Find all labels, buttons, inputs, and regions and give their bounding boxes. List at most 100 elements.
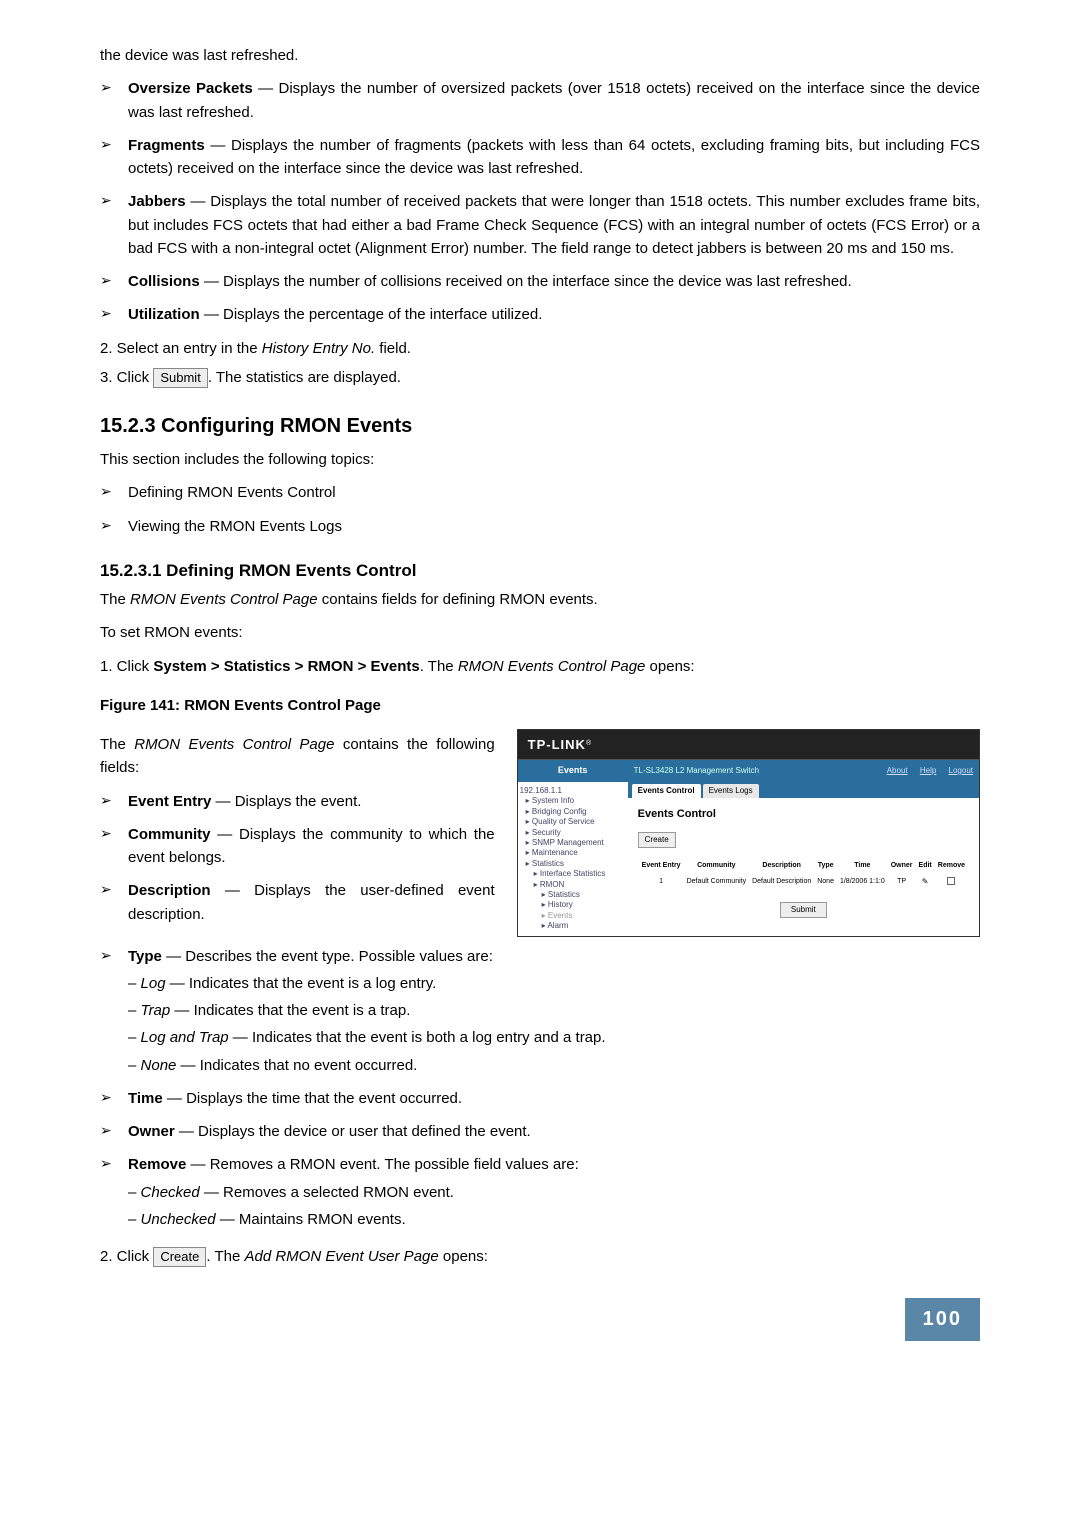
step-3: 3. Click Submit. The statistics are disp… xyxy=(100,366,980,389)
tree-item[interactable]: 192.168.1.1 xyxy=(520,786,626,796)
step-2: 2. Select an entry in the History Entry … xyxy=(100,337,980,360)
continuation-line: the device was last refreshed. xyxy=(100,44,980,67)
subsection-heading: 15.2.3.1 Defining RMON Events Control xyxy=(100,558,980,584)
list-item: Event Entry — Displays the event. xyxy=(100,790,495,813)
col-header: Edit xyxy=(917,860,934,873)
cell-description: Default Description xyxy=(750,875,813,890)
bullet-term: Community xyxy=(128,826,211,843)
step1-page: RMON Events Control Page xyxy=(458,658,646,675)
tree-item[interactable]: ▸ Bridging Config xyxy=(520,807,626,817)
step3-post: . The statistics are displayed. xyxy=(208,369,401,386)
bullet-text: — Displays the device or user that defin… xyxy=(175,1123,531,1140)
subitem-term: None xyxy=(141,1057,177,1074)
col-header: Remove xyxy=(936,860,967,873)
subitem-term: Trap xyxy=(141,1002,171,1019)
col-header: Description xyxy=(750,860,813,873)
tree-item[interactable]: ▸ System Info xyxy=(520,796,626,806)
tree-item[interactable]: ▸ Statistics xyxy=(520,890,626,900)
list-item: Remove — Removes a RMON event. The possi… xyxy=(100,1153,980,1231)
tree-item[interactable]: ▸ History xyxy=(520,900,626,910)
list-item: Collisions — Displays the number of coll… xyxy=(100,270,980,293)
tree-item[interactable]: ▸ RMON xyxy=(520,880,626,890)
tab-events-control[interactable]: Events Control xyxy=(632,784,701,798)
list-item: Defining RMON Events Control xyxy=(100,481,980,504)
tree-item[interactable]: ▸ Alarm xyxy=(520,921,626,931)
col-header: Community xyxy=(685,860,749,873)
bullet-text: — Removes a RMON event. The possible fie… xyxy=(186,1156,578,1173)
step2-pre: 2. Select an entry in the xyxy=(100,340,262,357)
screenshot-header: TP-LINK® xyxy=(518,730,979,760)
bullet-term: Jabbers xyxy=(128,193,186,210)
cell-edit[interactable] xyxy=(917,875,934,890)
list-item: Time — Displays the time that the event … xyxy=(100,1087,980,1110)
screenshot-sidebar: Events 192.168.1.1▸ System Info▸ Bridgin… xyxy=(518,760,628,935)
col-header: Type xyxy=(815,860,836,873)
cell-entry: 1 xyxy=(640,875,683,890)
logout-link[interactable]: Logout xyxy=(949,766,973,775)
panel-title: Events Control xyxy=(638,806,969,823)
tree-item[interactable]: ▸ Statistics xyxy=(520,859,626,869)
type-subitem: – None — Indicates that no event occurre… xyxy=(128,1054,980,1077)
fields-intro-mid: RMON Events Control Page xyxy=(134,736,334,753)
subsec-intro-mid: RMON Events Control Page xyxy=(130,591,318,608)
cell-time: 1/8/2006 1:1:0 xyxy=(838,875,887,890)
bullet-text: — Displays the number of collisions rece… xyxy=(200,273,852,290)
events-table: Event EntryCommunityDescriptionTypeTimeO… xyxy=(638,858,969,892)
tree-item[interactable]: ▸ Security xyxy=(520,828,626,838)
topbar-links: About Help Logout xyxy=(877,765,973,777)
bullet-term: Remove xyxy=(128,1156,186,1173)
create-button[interactable]: Create xyxy=(638,832,676,848)
section-heading: 15.2.3 Configuring RMON Events xyxy=(100,411,980,442)
product-name: TL-SL3428 L2 Management Switch xyxy=(634,765,759,777)
bullet-term: Description xyxy=(128,882,211,899)
cell-owner: TP xyxy=(889,875,915,890)
step2b-pre: 2. Click xyxy=(100,1248,153,1265)
table-header-row: Event EntryCommunityDescriptionTypeTimeO… xyxy=(640,860,967,873)
bullet-text: — Displays the percentage of the interfa… xyxy=(200,306,543,323)
about-link[interactable]: About xyxy=(887,766,908,775)
bullet-term: Owner xyxy=(128,1123,175,1140)
tree-item[interactable]: ▸ Interface Statistics xyxy=(520,869,626,879)
tree-item[interactable]: ▸ Quality of Service xyxy=(520,817,626,827)
step1-pre: 1. Click xyxy=(100,658,153,675)
screenshot-panel: Events Control Create Event EntryCommuni… xyxy=(628,798,979,926)
step3-pre: 3. Click xyxy=(100,369,153,386)
page-footer: 100 xyxy=(100,1298,980,1341)
tail-bullet-list: Time — Displays the time that the event … xyxy=(100,1087,980,1231)
subsec-intro-pre: The xyxy=(100,591,130,608)
fields-intro: The RMON Events Control Page contains th… xyxy=(100,733,495,780)
list-item: Viewing the RMON Events Logs xyxy=(100,515,980,538)
reg-mark: ® xyxy=(586,739,591,750)
tree-item[interactable]: ▸ Events xyxy=(520,911,626,921)
remove-subitem: – Checked — Removes a selected RMON even… xyxy=(128,1181,980,1204)
tree-item[interactable]: ▸ Maintenance xyxy=(520,848,626,858)
cell-remove[interactable] xyxy=(936,875,967,890)
table-row: 1 Default Community Default Description … xyxy=(640,875,967,890)
screenshot-figure: TP-LINK® Events 192.168.1.1▸ System Info… xyxy=(517,729,980,936)
step2b-page: Add RMON Event User Page xyxy=(244,1248,438,1265)
type-subitem: – Trap — Indicates that the event is a t… xyxy=(128,999,980,1022)
checkbox-icon xyxy=(947,877,955,885)
type-bullet: Type — Describes the event type. Possibl… xyxy=(100,945,980,1077)
type-term: Type xyxy=(128,948,162,965)
tab-events-logs[interactable]: Events Logs xyxy=(703,784,759,798)
subitem-term: Log xyxy=(141,975,166,992)
fields-intro-pre: The xyxy=(100,736,134,753)
fields-bullet-list-left: Event Entry — Displays the event. Communi… xyxy=(100,790,495,926)
pencil-icon xyxy=(922,879,929,886)
subitem-term: Log and Trap xyxy=(141,1029,229,1046)
tree-item[interactable]: ▸ SNMP Management xyxy=(520,838,626,848)
subitem-term: Checked xyxy=(141,1184,200,1201)
nav-tree: 192.168.1.1▸ System Info▸ Bridging Confi… xyxy=(518,782,628,935)
create-button-inline: Create xyxy=(153,1247,206,1267)
subitem-term: Unchecked xyxy=(141,1211,216,1228)
remove-subitem: – Unchecked — Maintains RMON events. xyxy=(128,1208,980,1231)
page-number: 100 xyxy=(905,1298,980,1341)
bullet-text: — Displays the total number of received … xyxy=(128,193,980,257)
history-steps: 2. Select an entry in the History Entry … xyxy=(100,337,980,390)
brand-logo: TP-LINK xyxy=(528,735,586,755)
submit-button[interactable]: Submit xyxy=(780,902,827,918)
help-link[interactable]: Help xyxy=(920,766,936,775)
bullet-term: Oversize Packets xyxy=(128,80,253,97)
step-2-create: 2. Click Create. The Add RMON Event User… xyxy=(100,1245,980,1268)
